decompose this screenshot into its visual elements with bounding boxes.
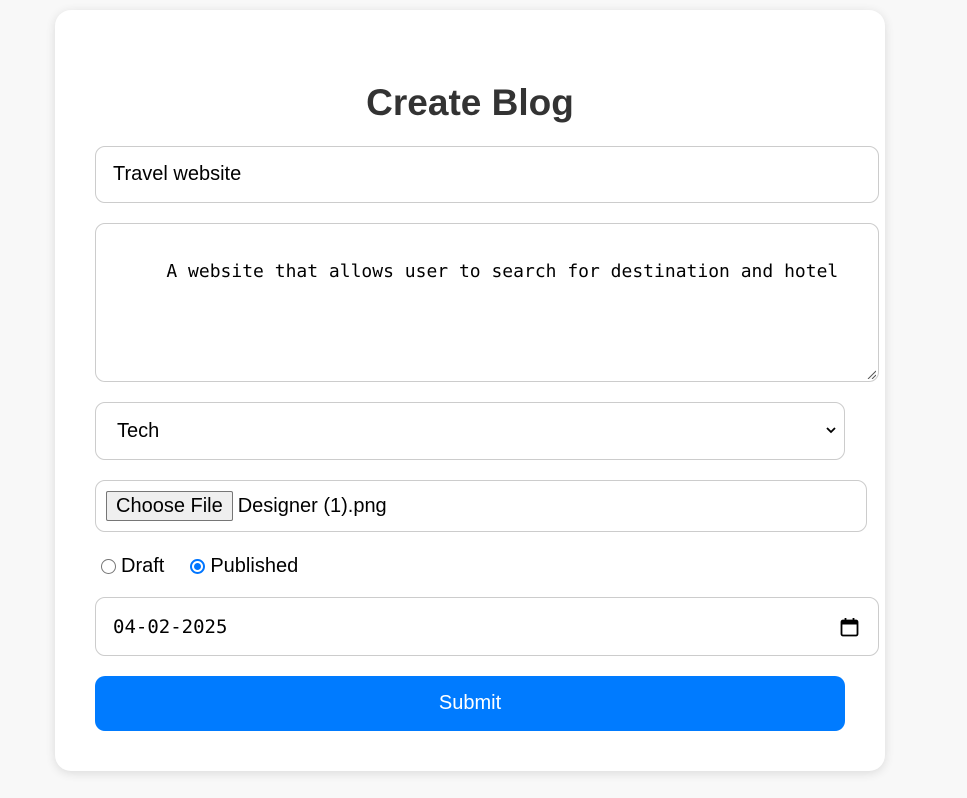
category-selected-value: Tech bbox=[117, 419, 160, 442]
submit-button[interactable]: Submit bbox=[95, 676, 845, 731]
status-radio-group: Draft Published bbox=[101, 554, 298, 578]
status-option-published[interactable]: Published bbox=[190, 555, 298, 578]
file-name: Designer (1).png bbox=[237, 494, 387, 517]
draft-label: Draft bbox=[121, 554, 165, 577]
image-file-input[interactable]: Choose File Designer (1).png bbox=[95, 480, 867, 532]
page-title: Create Blog bbox=[366, 82, 574, 123]
draft-radio[interactable] bbox=[101, 558, 116, 574]
chevron-down-icon bbox=[826, 427, 836, 434]
description-textarea[interactable]: A website that allows user to search for… bbox=[95, 223, 879, 382]
description-value: A website that allows user to search for… bbox=[166, 261, 839, 282]
create-blog-card: Create Blog Travel website A website tha… bbox=[55, 10, 885, 771]
published-radio[interactable] bbox=[190, 558, 206, 574]
status-option-draft[interactable]: Draft bbox=[101, 555, 164, 578]
choose-file-button[interactable]: Choose File bbox=[106, 491, 233, 521]
date-value: 04-02-2025 bbox=[113, 615, 228, 638]
resize-grip-icon[interactable] bbox=[866, 369, 876, 379]
date-input[interactable]: 04-02-2025 bbox=[95, 597, 879, 656]
published-label: Published bbox=[210, 554, 299, 577]
title-input-value: Travel website bbox=[113, 163, 242, 185]
title-input[interactable]: Travel website bbox=[95, 146, 879, 203]
category-select[interactable]: Tech bbox=[95, 402, 845, 460]
calendar-icon[interactable] bbox=[840, 617, 859, 637]
